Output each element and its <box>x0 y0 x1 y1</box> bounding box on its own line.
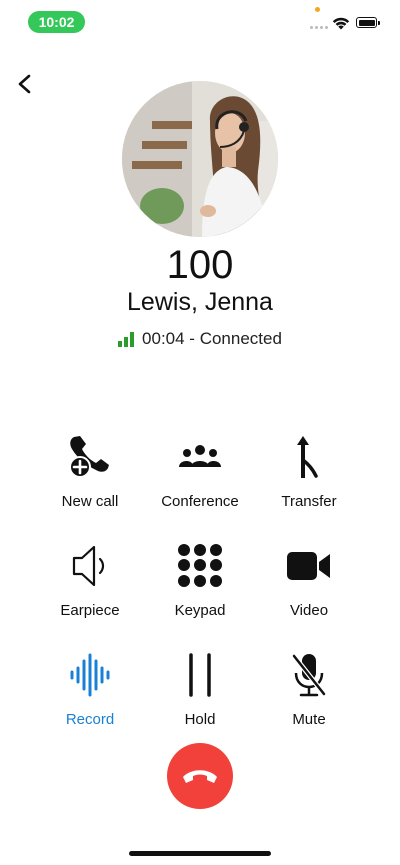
video-icon <box>287 552 330 580</box>
mute-label: Mute <box>292 711 326 728</box>
keypad-label: Keypad <box>174 602 226 619</box>
contact-number: 100 <box>166 243 234 287</box>
mic-indicator-dot <box>315 7 320 12</box>
call-status-text: 00:04 - Connected <box>142 329 282 348</box>
mute-button[interactable]: Mute <box>254 651 364 728</box>
hang-up-icon <box>183 770 217 783</box>
record-label: Record <box>65 711 115 728</box>
call-quality-icon <box>118 331 135 347</box>
end-call-button[interactable] <box>167 743 233 809</box>
wifi-icon <box>332 17 350 30</box>
transfer-button[interactable]: Transfer <box>254 433 364 510</box>
cellular-signal-icon <box>310 26 328 29</box>
new-call-label: New call <box>61 493 119 510</box>
hold-button[interactable]: Hold <box>145 651 255 728</box>
hold-icon <box>189 653 211 697</box>
battery-icon <box>356 17 380 28</box>
back-chevron-icon[interactable] <box>10 70 40 100</box>
add-call-icon <box>69 436 109 478</box>
conference-button[interactable]: Conference <box>145 433 255 510</box>
record-button[interactable]: Record <box>35 651 145 728</box>
new-call-button[interactable]: New call <box>35 433 145 510</box>
mute-icon <box>292 654 326 697</box>
record-icon <box>70 653 110 697</box>
transfer-label: Transfer <box>281 493 337 510</box>
transfer-icon <box>297 436 318 478</box>
conference-icon <box>179 445 221 467</box>
hold-label: Hold <box>184 711 216 728</box>
contact-avatar <box>122 81 278 237</box>
contact-name: Lewis, Jenna <box>127 288 273 316</box>
status-time: 10:02 <box>28 11 85 33</box>
home-indicator[interactable] <box>129 851 271 856</box>
conference-label: Conference <box>161 493 239 510</box>
video-label: Video <box>289 602 329 619</box>
keypad-icon <box>178 544 222 587</box>
speaker-icon <box>72 545 105 587</box>
earpiece-label: Earpiece <box>60 602 120 619</box>
video-button[interactable]: Video <box>254 542 364 619</box>
keypad-button[interactable]: Keypad <box>145 542 255 619</box>
earpiece-button[interactable]: Earpiece <box>35 542 145 619</box>
call-status: 00:04 - Connected <box>0 329 400 349</box>
